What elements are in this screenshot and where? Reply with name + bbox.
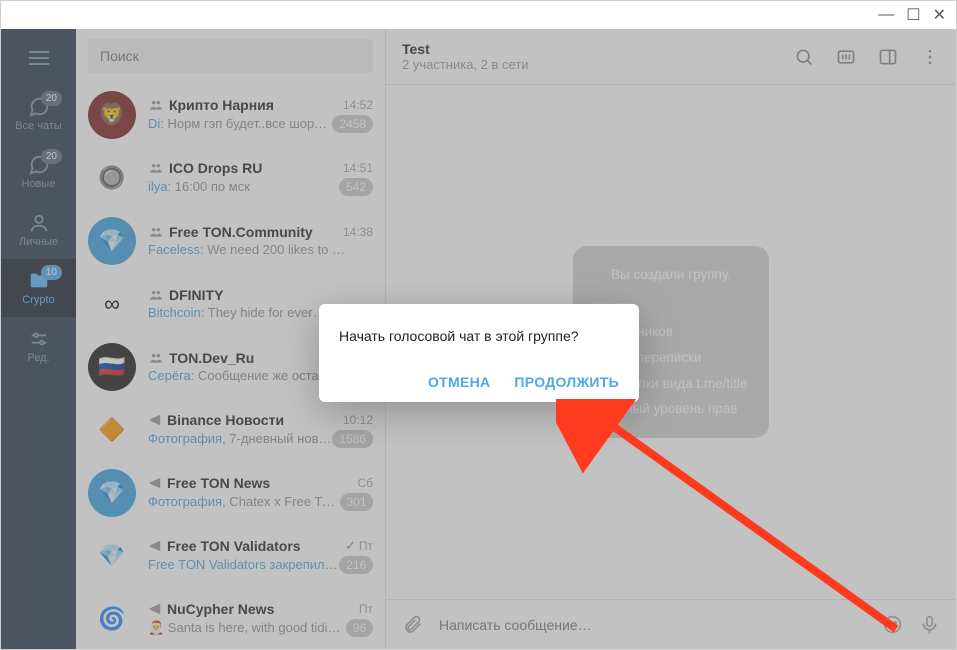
app-body: Все чаты 20 Новые 20 Личные (1, 29, 956, 649)
window-titlebar: — ☐ ✕ (1, 1, 956, 29)
app-window: — ☐ ✕ Все чаты 20 Новые 20 (0, 0, 957, 650)
window-close-icon[interactable]: ✕ (933, 5, 946, 25)
confirm-dialog: Начать голосовой чат в этой группе? ОТМЕ… (319, 304, 639, 402)
continue-button[interactable]: ПРОДОЛЖИТЬ (514, 374, 619, 390)
dialog-buttons: ОТМЕНА ПРОДОЛЖИТЬ (339, 374, 619, 390)
window-minimize-icon[interactable]: — (878, 6, 894, 24)
cancel-button[interactable]: ОТМЕНА (428, 374, 490, 390)
dialog-message: Начать голосовой чат в этой группе? (339, 328, 619, 344)
window-maximize-icon[interactable]: ☐ (906, 5, 920, 25)
